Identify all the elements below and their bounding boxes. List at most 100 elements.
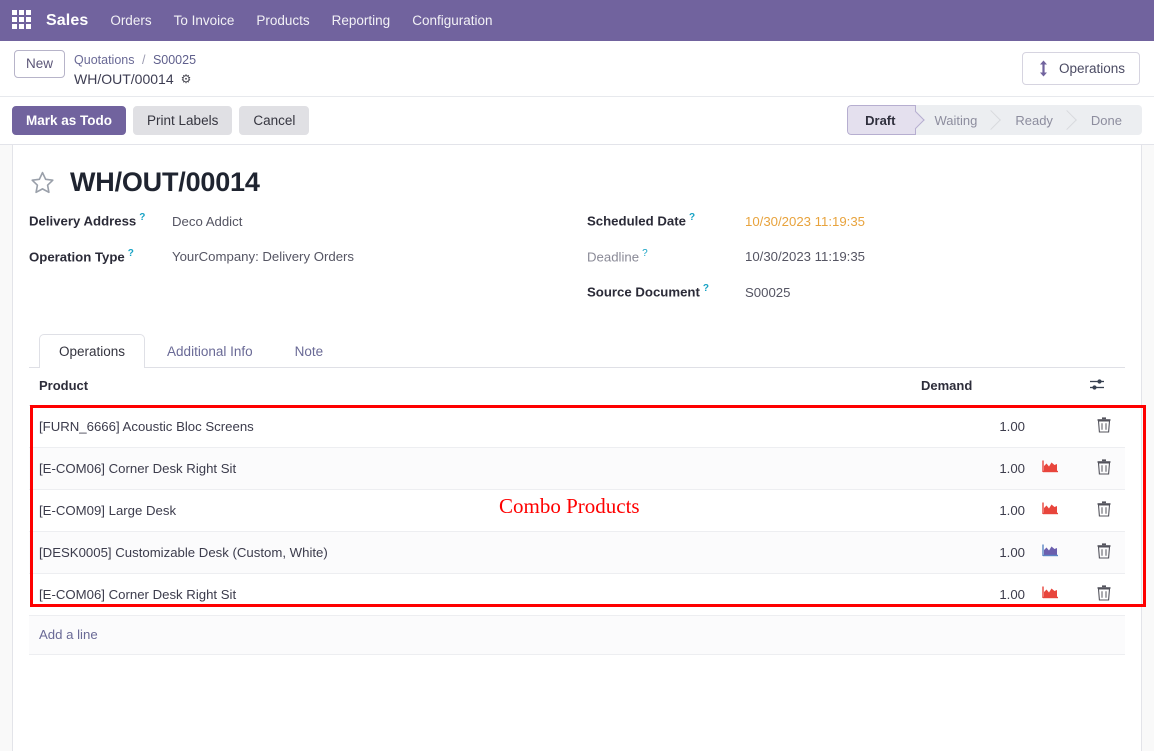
nav-item-products[interactable]: Products <box>256 13 309 28</box>
trash-icon[interactable] <box>1097 542 1111 559</box>
cell-product[interactable]: [E-COM09] Large Desk <box>29 489 911 532</box>
operations-table: Product Demand [FURN_6666] Acoustic Bloc… <box>29 367 1125 616</box>
table-row[interactable]: [E-COM09] Large Desk 1.00 <box>29 489 1125 532</box>
table-body: [FURN_6666] Acoustic Bloc Screens 1.00 [… <box>29 405 1125 616</box>
print-labels-button[interactable]: Print Labels <box>133 105 233 135</box>
tooltip-icon[interactable]: ? <box>689 212 695 223</box>
field-value-scheduled-date[interactable]: 10/30/2023 11:19:35 <box>745 214 865 229</box>
cell-forecast <box>1031 573 1079 616</box>
field-value-source-document[interactable]: S00025 <box>745 285 790 300</box>
table-row[interactable]: [DESK0005] Customizable Desk (Custom, Wh… <box>29 531 1125 574</box>
field-value-deadline[interactable]: 10/30/2023 11:19:35 <box>745 249 865 264</box>
cell-forecast <box>1031 405 1079 448</box>
cancel-button[interactable]: Cancel <box>239 105 310 135</box>
gear-icon[interactable]: ⚙ <box>181 71 192 88</box>
trash-icon[interactable] <box>1097 584 1111 601</box>
field-column-right: Scheduled Date? 10/30/2023 11:19:35 Dead… <box>577 212 1125 318</box>
tab-note[interactable]: Note <box>275 334 344 368</box>
field-source-document: Source Document? S00025 <box>587 283 1125 299</box>
nav-item-to-invoice[interactable]: To Invoice <box>174 13 235 28</box>
field-label-deadline: Deadline? <box>587 248 745 264</box>
table-head: Product Demand <box>29 367 1125 406</box>
notebook-tabs: Operations Additional Info Note <box>29 333 1125 368</box>
field-deadline: Deadline? 10/30/2023 11:19:35 <box>587 248 1125 264</box>
field-label-text: Operation Type <box>29 249 125 265</box>
cell-product[interactable]: [E-COM06] Corner Desk Right Sit <box>29 573 911 616</box>
tab-additional-info[interactable]: Additional Info <box>147 334 273 368</box>
column-header-optional-toggle <box>1079 367 1125 406</box>
field-label-text: Deadline <box>587 249 640 265</box>
new-button[interactable]: New <box>14 50 66 78</box>
add-a-line-button[interactable]: Add a line <box>29 615 1125 655</box>
table-row[interactable]: [E-COM06] Corner Desk Right Sit 1.00 <box>29 447 1125 490</box>
field-value-operation-type[interactable]: YourCompany: Delivery Orders <box>172 249 354 264</box>
field-grid: Delivery Address? Deco Addict Operation … <box>29 212 1125 318</box>
star-outline-icon[interactable] <box>29 170 56 196</box>
cell-demand[interactable]: 1.00 <box>911 405 1031 448</box>
cell-product[interactable]: [FURN_6666] Acoustic Bloc Screens <box>29 405 911 448</box>
field-label-operation-type: Operation Type? <box>29 248 172 264</box>
form-sheet: WH/OUT/00014 Delivery Address? Deco Addi… <box>12 145 1146 751</box>
field-delivery-address: Delivery Address? Deco Addict <box>29 212 577 228</box>
control-panel: New Quotations / S00025 WH/OUT/00014 ⚙ O… <box>0 41 1154 98</box>
tooltip-icon[interactable]: ? <box>642 248 648 259</box>
cell-product[interactable]: [E-COM06] Corner Desk Right Sit <box>29 447 911 490</box>
action-button-group: Mark as Todo Print Labels Cancel <box>12 105 310 135</box>
arrows-vertical-icon <box>1037 60 1050 77</box>
record-name-label: WH/OUT/00014 <box>74 71 174 88</box>
operations-smart-button[interactable]: Operations <box>1021 52 1140 85</box>
status-step-waiting[interactable]: Waiting <box>916 105 997 135</box>
status-step-draft[interactable]: Draft <box>847 105 917 136</box>
status-step-done[interactable]: Done <box>1073 105 1142 135</box>
trash-icon[interactable] <box>1097 500 1111 517</box>
area-chart-icon[interactable] <box>1041 543 1060 559</box>
field-label-text: Source Document <box>587 284 700 300</box>
tooltip-icon[interactable]: ? <box>128 248 134 259</box>
status-step-ready[interactable]: Ready <box>997 105 1073 135</box>
field-value-delivery-address[interactable]: Deco Addict <box>172 214 242 229</box>
area-chart-icon[interactable] <box>1041 459 1060 475</box>
status-pipeline: Draft Waiting Ready Done <box>847 105 1142 136</box>
trash-icon[interactable] <box>1097 458 1111 475</box>
tooltip-icon[interactable]: ? <box>139 212 145 223</box>
sliders-icon[interactable] <box>1089 377 1106 392</box>
cell-demand[interactable]: 1.00 <box>911 489 1031 532</box>
cell-demand[interactable]: 1.00 <box>911 573 1031 616</box>
trash-icon[interactable] <box>1097 416 1111 433</box>
area-chart-icon[interactable] <box>1041 501 1060 517</box>
operations-smart-button-label: Operations <box>1058 61 1125 76</box>
mark-as-todo-button[interactable]: Mark as Todo <box>12 105 127 135</box>
operations-list-area: Product Demand [FURN_6666] Acoustic Bloc… <box>29 367 1146 712</box>
field-operation-type: Operation Type? YourCompany: Delivery Or… <box>29 248 577 264</box>
field-label-text: Scheduled Date <box>587 213 686 229</box>
breadcrumb-item-quotations[interactable]: Quotations <box>74 53 134 67</box>
table-row[interactable]: [E-COM06] Corner Desk Right Sit 1.00 <box>29 573 1125 616</box>
nav-item-reporting[interactable]: Reporting <box>332 13 391 28</box>
list-empty-space <box>29 654 1125 712</box>
sheet-wrapper: WH/OUT/00014 Delivery Address? Deco Addi… <box>0 145 1154 751</box>
nav-item-orders[interactable]: Orders <box>110 13 151 28</box>
cell-demand[interactable]: 1.00 <box>911 531 1031 574</box>
column-header-product[interactable]: Product <box>29 367 911 406</box>
table-row[interactable]: [FURN_6666] Acoustic Bloc Screens 1.00 <box>29 405 1125 448</box>
nav-brand-sales[interactable]: Sales <box>46 12 88 30</box>
breadcrumb-area: New Quotations / S00025 WH/OUT/00014 ⚙ <box>14 50 196 89</box>
cell-forecast <box>1031 489 1079 532</box>
area-chart-icon[interactable] <box>1041 585 1060 601</box>
cell-product[interactable]: [DESK0005] Customizable Desk (Custom, Wh… <box>29 531 911 574</box>
cell-delete <box>1079 531 1125 574</box>
column-header-demand[interactable]: Demand <box>911 367 1031 406</box>
breadcrumb-item-s00025[interactable]: S00025 <box>153 53 196 67</box>
breadcrumb-current-record: WH/OUT/00014 ⚙ <box>74 69 196 89</box>
nav-item-configuration[interactable]: Configuration <box>412 13 492 28</box>
apps-grid-icon[interactable] <box>12 9 34 32</box>
tooltip-icon[interactable]: ? <box>703 283 709 294</box>
cell-delete <box>1079 489 1125 532</box>
table-header-row: Product Demand <box>29 367 1125 406</box>
tab-operations[interactable]: Operations <box>39 333 146 368</box>
title-row: WH/OUT/00014 <box>29 167 1125 198</box>
cell-forecast <box>1031 531 1079 574</box>
cell-demand[interactable]: 1.00 <box>911 447 1031 490</box>
field-label-text: Delivery Address <box>29 213 137 229</box>
cell-delete <box>1079 405 1125 448</box>
